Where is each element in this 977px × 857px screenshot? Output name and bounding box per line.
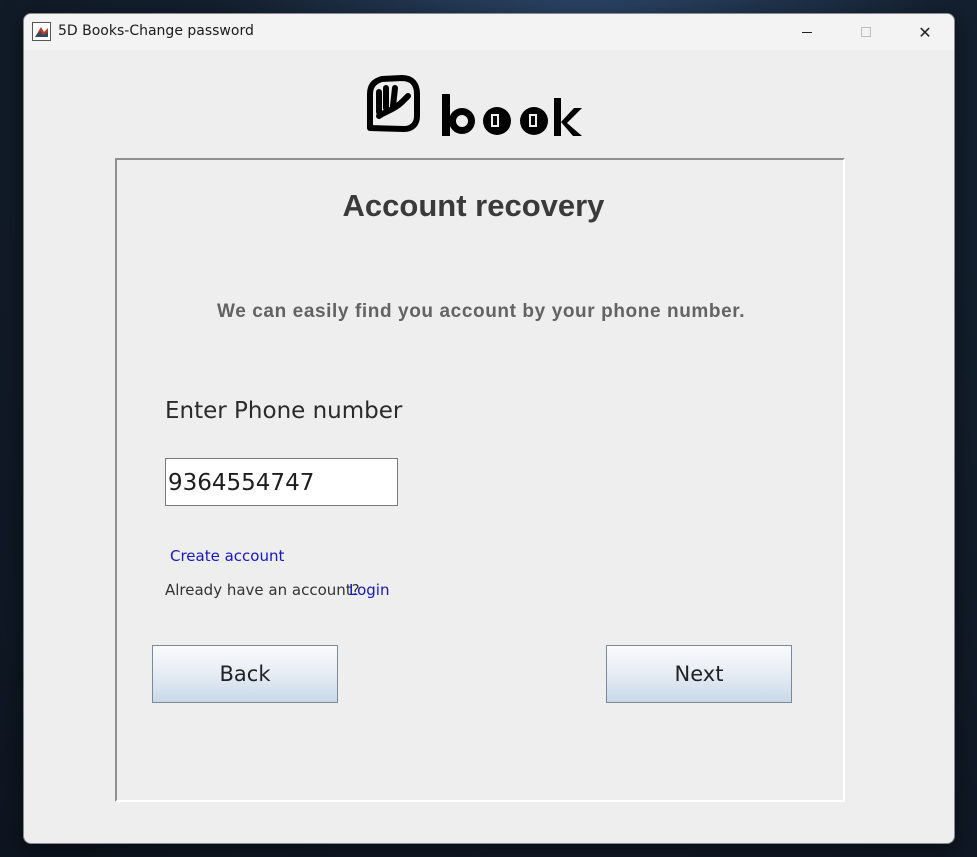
maximize-button[interactable]: [837, 14, 895, 50]
page-title: Account recovery: [342, 188, 605, 223]
recovery-panel: Account recovery We can easily find you …: [115, 158, 845, 802]
minimize-icon: [802, 31, 812, 33]
minimize-button[interactable]: [778, 14, 836, 50]
login-link[interactable]: Login: [349, 581, 389, 599]
java-app-icon: [32, 22, 51, 41]
app-window: 5D Books-Change password ✕ Account recov…: [23, 13, 955, 844]
already-have-account-text: Already have an account?: [165, 581, 360, 599]
window-title: 5D Books-Change password: [58, 23, 254, 39]
maximize-icon: [861, 27, 871, 37]
title-bar[interactable]: 5D Books-Change password ✕: [24, 14, 954, 50]
next-button[interactable]: Next: [606, 645, 792, 703]
hand-logo-icon: [367, 75, 420, 132]
phone-label: Enter Phone number: [165, 398, 403, 424]
close-icon: ✕: [918, 22, 932, 42]
instruction-text: We can easily find you account by your p…: [217, 301, 746, 322]
close-button[interactable]: ✕: [896, 14, 954, 50]
back-button[interactable]: Back: [152, 645, 338, 703]
phone-input[interactable]: [165, 458, 398, 506]
desktop-background: 5D Books-Change password ✕ Account recov…: [0, 0, 977, 857]
book-logo: [367, 75, 582, 136]
create-account-link[interactable]: Create account: [170, 547, 284, 565]
